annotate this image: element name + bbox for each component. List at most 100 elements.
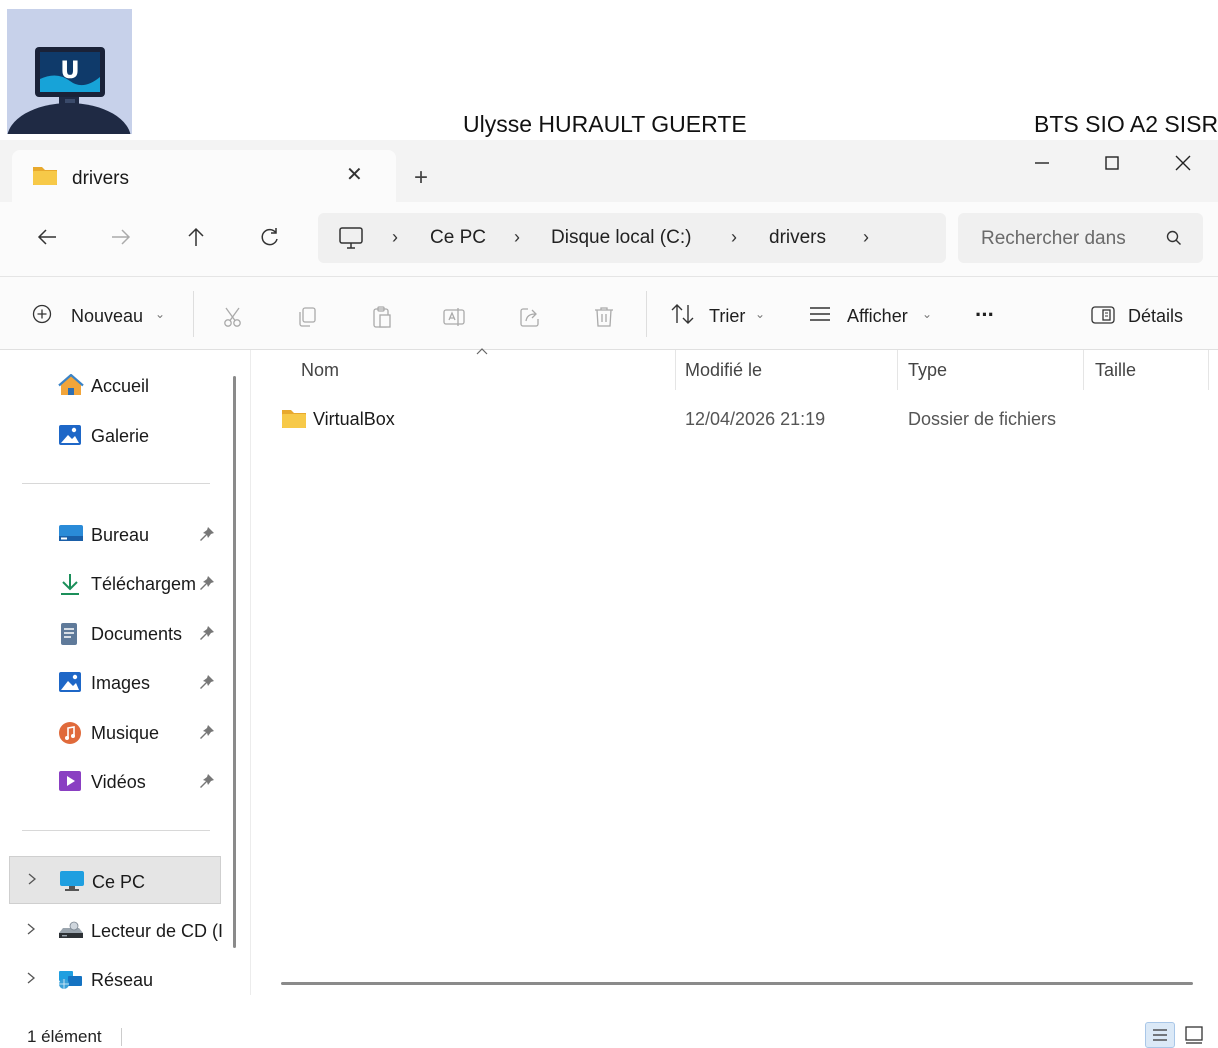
sidebar-item-label: Téléchargem <box>91 574 197 594</box>
sort-icon <box>670 303 696 325</box>
chevron-right-icon[interactable]: › <box>514 227 520 248</box>
details-button[interactable]: Détails <box>1085 291 1195 337</box>
new-tab-button[interactable]: + <box>414 164 428 192</box>
sidebar-item-music[interactable]: Musique <box>0 711 248 751</box>
close-tab-icon[interactable]: ✕ <box>346 162 363 187</box>
column-divider[interactable] <box>897 350 898 390</box>
column-header-size[interactable]: Taille <box>1095 360 1136 381</box>
tab-bar: drivers ✕ + <box>0 140 1218 202</box>
sidebar-item-desktop[interactable]: Bureau <box>0 513 248 553</box>
cd-drive-icon <box>58 921 84 939</box>
sidebar-divider <box>22 830 210 831</box>
new-label: Nouveau <box>71 306 144 326</box>
item-count: 1 élément <box>27 1027 102 1046</box>
up-arrow-icon[interactable] <box>185 226 207 248</box>
sidebar-item-label: Réseau <box>91 970 154 990</box>
column-header-type[interactable]: Type <box>908 360 947 381</box>
tab-drivers[interactable]: drivers ✕ <box>12 150 396 202</box>
close-window-button[interactable] <box>1148 140 1218 186</box>
column-header-modified[interactable]: Modifié le <box>685 360 762 381</box>
view-lines-icon <box>808 305 832 323</box>
pin-icon[interactable] <box>199 674 215 690</box>
refresh-icon[interactable] <box>259 226 281 248</box>
sidebar-item-label: Accueil <box>91 376 150 396</box>
chevron-down-icon: ⌄ <box>922 307 933 321</box>
more-options-button[interactable]: ··· <box>975 302 995 328</box>
rename-icon[interactable] <box>442 305 466 329</box>
tab-title: drivers <box>72 168 130 189</box>
breadcrumb-ce-pc[interactable]: Ce PC <box>430 227 486 249</box>
sidebar-item-label: Musique <box>91 723 160 743</box>
course-label: BTS SIO A2 SISR <box>1034 111 1218 137</box>
sidebar-item-downloads[interactable]: Téléchargem <box>0 562 248 602</box>
delete-icon[interactable] <box>592 305 616 329</box>
address-bar[interactable]: › Ce PC › Disque local (C:) › drivers › <box>318 213 946 263</box>
maximize-button[interactable] <box>1077 140 1147 186</box>
document-header: U Ulysse HURAULT GUERTE BTS SIO A2 SISR <box>0 0 1218 140</box>
chevron-right-icon[interactable]: › <box>731 227 737 248</box>
sidebar-item-images[interactable]: Images <box>0 661 248 701</box>
document-icon <box>58 622 80 646</box>
chevron-right-icon[interactable]: › <box>863 227 869 248</box>
pin-icon[interactable] <box>199 575 215 591</box>
command-toolbar: Nouveau ⌄ Trier ⌄ Afficher ⌄ ··· Détails <box>0 276 1218 350</box>
back-arrow-icon[interactable] <box>36 226 58 248</box>
paste-icon[interactable] <box>370 305 394 329</box>
share-icon[interactable] <box>518 305 542 329</box>
view-label: Afficher <box>847 306 908 326</box>
gallery-icon <box>58 424 82 446</box>
logo-image: U <box>7 9 132 134</box>
folder-icon <box>32 164 58 186</box>
file-type: Dossier de fichiers <box>908 409 1057 429</box>
sidebar-item-label: Lecteur de CD (I <box>91 921 224 941</box>
chevron-right-icon[interactable] <box>26 922 36 936</box>
copy-icon[interactable] <box>295 305 319 329</box>
navigation-pane: Accueil Galerie Bureau Téléchargem Docum… <box>0 350 248 995</box>
cut-icon[interactable] <box>222 305 246 329</box>
pin-icon[interactable] <box>199 773 215 789</box>
svg-text:U: U <box>60 56 80 84</box>
horizontal-scrollbar[interactable] <box>281 982 1193 985</box>
minimize-button[interactable] <box>1007 140 1077 186</box>
pin-icon[interactable] <box>199 724 215 740</box>
details-view-button[interactable] <box>1145 1022 1175 1048</box>
chevron-right-icon[interactable] <box>27 872 37 886</box>
view-button[interactable]: Afficher ⌄ <box>806 291 941 337</box>
column-divider[interactable] <box>675 350 676 390</box>
new-button[interactable]: Nouveau ⌄ <box>28 291 173 337</box>
sidebar-item-label: Ce PC <box>92 872 146 892</box>
search-input[interactable]: Rechercher dans <box>981 228 1149 250</box>
search-icon <box>1166 230 1182 246</box>
file-list: Nom Modifié le Type Taille VirtualBox 12… <box>250 348 1218 995</box>
sidebar-item-cd-drive[interactable]: Lecteur de CD (I <box>0 909 248 949</box>
sidebar-item-network[interactable]: Réseau <box>0 958 248 998</box>
table-row[interactable]: VirtualBox 12/04/2026 21:19 Dossier de f… <box>271 398 1201 438</box>
status-divider <box>121 1028 122 1046</box>
sort-button[interactable]: Trier ⌄ <box>668 291 778 337</box>
breadcrumb-drivers[interactable]: drivers <box>769 227 826 249</box>
pin-icon[interactable] <box>199 625 215 641</box>
forward-arrow-icon[interactable] <box>110 226 132 248</box>
sidebar-scrollbar[interactable] <box>233 376 236 948</box>
sidebar-item-label: Bureau <box>91 525 150 545</box>
sidebar-item-documents[interactable]: Documents <box>0 612 248 652</box>
details-pane-icon <box>1091 305 1115 325</box>
column-divider[interactable] <box>1083 350 1084 390</box>
breadcrumb-local-disk[interactable]: Disque local (C:) <box>551 227 691 249</box>
pin-icon[interactable] <box>199 526 215 542</box>
toolbar-divider <box>193 291 194 337</box>
sidebar-item-home[interactable]: Accueil <box>0 364 248 404</box>
toolbar-divider <box>646 291 647 337</box>
column-divider[interactable] <box>1208 350 1209 390</box>
image-icon <box>58 671 82 693</box>
details-label: Détails <box>1128 306 1184 326</box>
plus-circle-icon <box>32 304 52 324</box>
sidebar-item-gallery[interactable]: Galerie <box>0 414 248 454</box>
column-header-name[interactable]: Nom <box>301 360 339 381</box>
tiles-view-button[interactable] <box>1183 1024 1207 1046</box>
chevron-right-icon[interactable] <box>26 971 36 985</box>
search-box[interactable]: Rechercher dans <box>958 213 1203 263</box>
main-content: Accueil Galerie Bureau Téléchargem Docum… <box>0 348 1218 995</box>
sidebar-item-videos[interactable]: Vidéos <box>0 760 248 800</box>
sidebar-item-this-pc[interactable]: Ce PC <box>9 856 221 904</box>
